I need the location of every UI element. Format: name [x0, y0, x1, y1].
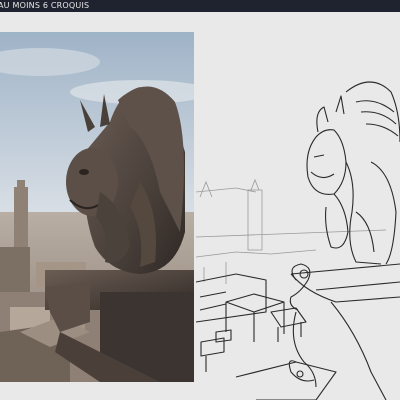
reference-photo [0, 32, 194, 382]
canvas-area [0, 12, 400, 400]
title-bar: AU MOINS 6 CROQUIS [0, 0, 400, 12]
window-title: AU MOINS 6 CROQUIS [0, 1, 90, 10]
sketch-canvas[interactable] [196, 12, 400, 400]
sketch-drawing [196, 81, 400, 400]
reference-photo-image [0, 32, 194, 382]
